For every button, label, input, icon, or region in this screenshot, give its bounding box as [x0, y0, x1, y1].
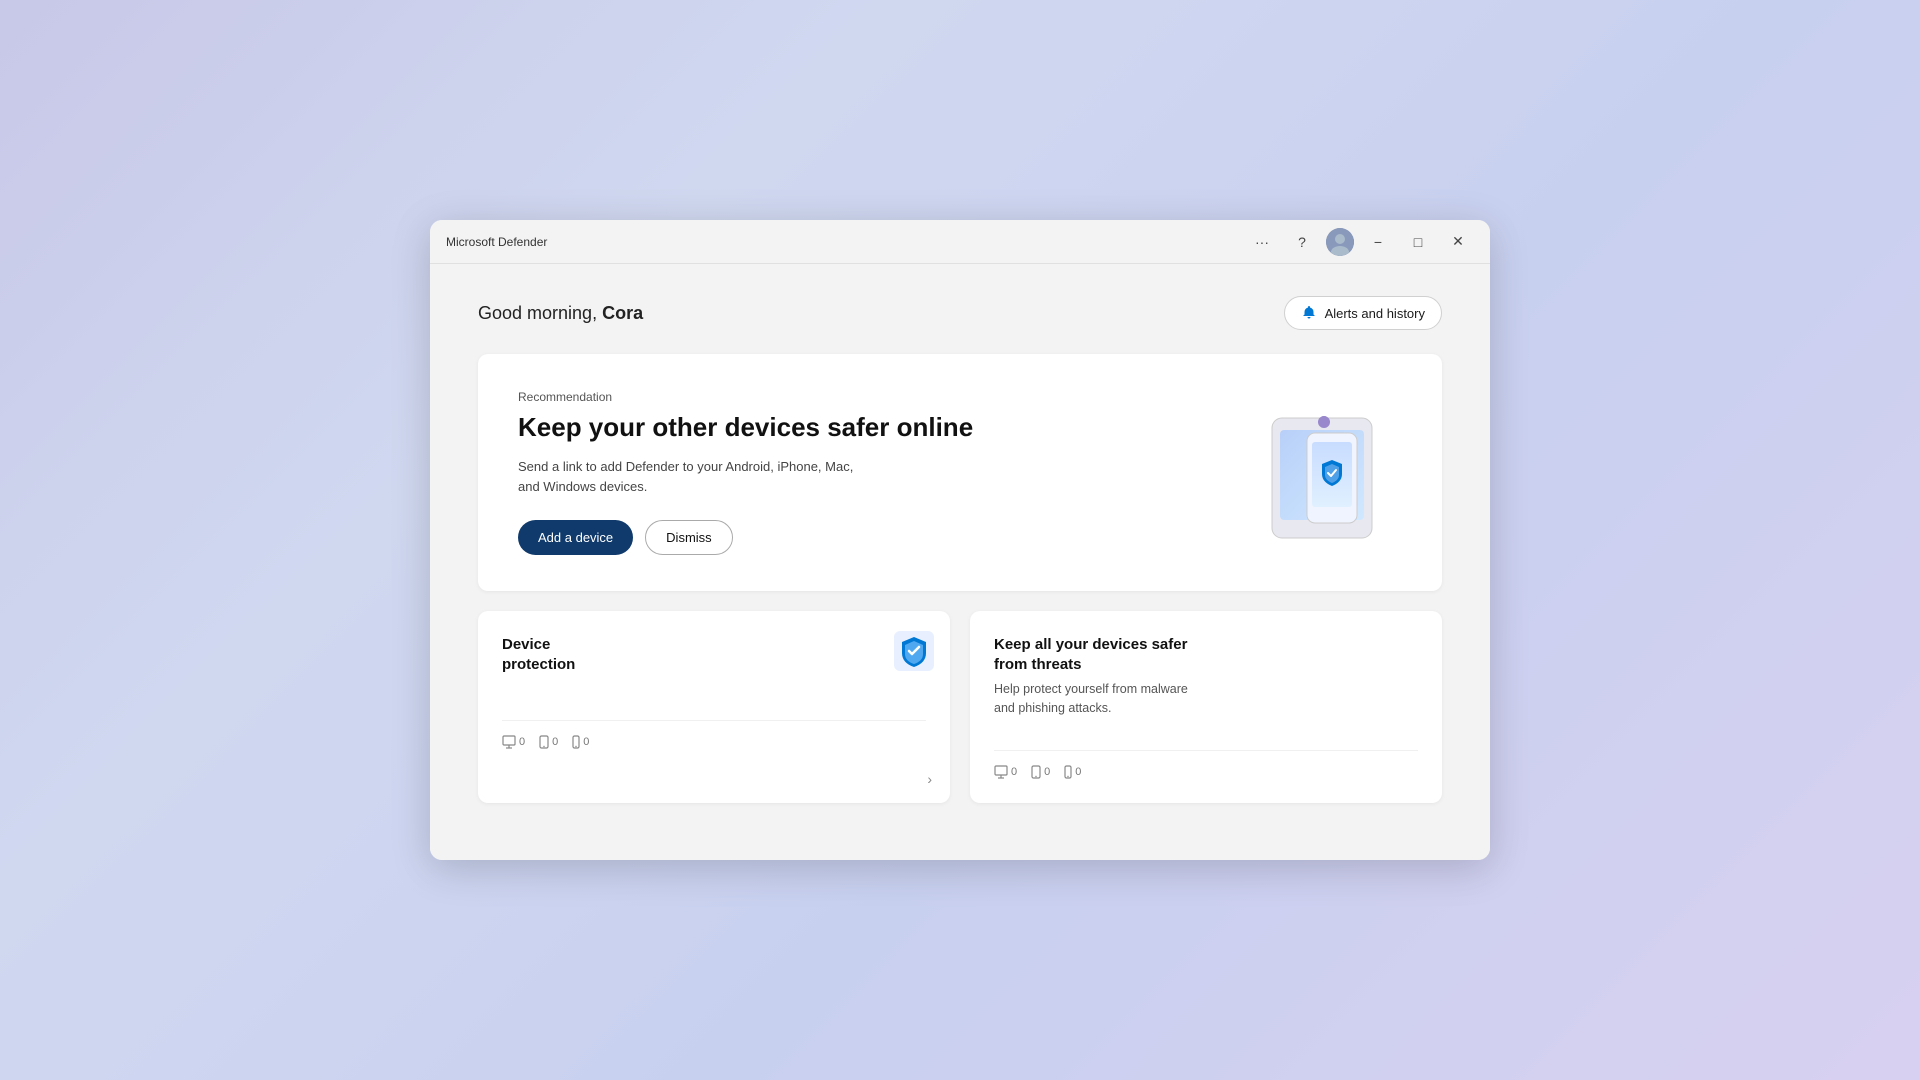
keep-devices-description: Help protect yourself from malwareand ph… — [994, 680, 1418, 718]
user-name: Cora — [602, 303, 643, 323]
help-icon: ? — [1298, 234, 1306, 250]
avatar-image — [1326, 228, 1354, 256]
chevron-right-icon[interactable]: › — [927, 771, 932, 787]
phone-count-value: 0 — [583, 736, 589, 748]
phone-count-2-value: 0 — [1075, 766, 1081, 778]
recommendation-text: Recommendation Keep your other devices s… — [518, 390, 1242, 555]
desktop-count: 0 — [502, 735, 525, 749]
recommendation-title: Keep your other devices safer online — [518, 412, 1242, 443]
minimize-button[interactable]: − — [1362, 226, 1394, 258]
bell-icon — [1301, 305, 1317, 321]
device-protection-title: Deviceprotection — [502, 635, 926, 674]
dismiss-button[interactable]: Dismiss — [645, 520, 733, 555]
more-icon: ··· — [1255, 234, 1269, 250]
greeting-prefix: Good morning, — [478, 303, 602, 323]
main-content: Good morning, Cora Alerts and history Re… — [430, 264, 1490, 860]
keep-devices-title: Keep all your devices saferfrom threats — [994, 635, 1418, 674]
recommendation-card: Recommendation Keep your other devices s… — [478, 354, 1442, 591]
phone-icon — [572, 735, 580, 749]
desktop-count-2-value: 0 — [1011, 766, 1017, 778]
protection-icon — [894, 631, 930, 667]
tablet-icon — [539, 735, 549, 749]
tablet-count: 0 — [539, 735, 558, 749]
alerts-button-label: Alerts and history — [1325, 306, 1425, 321]
desktop-icon-2 — [994, 765, 1008, 779]
keep-devices-safer-card: Keep all your devices saferfrom threats … — [970, 611, 1442, 803]
phone-count: 0 — [572, 735, 589, 749]
tablet-icon-2 — [1031, 765, 1041, 779]
close-icon: ✕ — [1452, 233, 1464, 250]
app-title: Microsoft Defender — [446, 235, 1246, 249]
recommendation-buttons: Add a device Dismiss — [518, 520, 1242, 555]
recommendation-description: Send a link to add Defender to your Andr… — [518, 457, 1242, 496]
device-protection-card: Deviceprotection — [478, 611, 950, 803]
more-options-button[interactable]: ··· — [1246, 226, 1278, 258]
tablet-count-2: 0 — [1031, 765, 1050, 779]
close-button[interactable]: ✕ — [1442, 226, 1474, 258]
tablet-count-value: 0 — [552, 736, 558, 748]
help-button[interactable]: ? — [1286, 226, 1318, 258]
tablet-count-2-value: 0 — [1044, 766, 1050, 778]
add-device-button[interactable]: Add a device — [518, 520, 633, 555]
bottom-cards: Deviceprotection — [478, 611, 1442, 803]
desktop-count-2: 0 — [994, 765, 1017, 779]
greeting-text: Good morning, Cora — [478, 303, 643, 324]
desktop-icon — [502, 735, 516, 749]
titlebar-controls: ··· ? − □ ✕ — [1246, 226, 1474, 258]
minimize-icon: − — [1374, 234, 1382, 250]
desktop-count-value: 0 — [519, 736, 525, 748]
alerts-history-button[interactable]: Alerts and history — [1284, 296, 1442, 330]
main-window: Microsoft Defender ··· ? − — [430, 220, 1490, 860]
titlebar: Microsoft Defender ··· ? − — [430, 220, 1490, 264]
devices-svg — [1242, 398, 1402, 548]
maximize-icon: □ — [1414, 234, 1422, 250]
phone-count-2: 0 — [1064, 765, 1081, 779]
user-avatar[interactable] — [1326, 228, 1354, 256]
phone-icon-2 — [1064, 765, 1072, 779]
keep-devices-footer: 0 0 0 — [994, 750, 1418, 779]
maximize-button[interactable]: □ — [1402, 226, 1434, 258]
device-illustration — [1242, 398, 1402, 548]
device-protection-footer: 0 0 0 — [502, 720, 926, 749]
recommendation-label: Recommendation — [518, 390, 1242, 404]
header-row: Good morning, Cora Alerts and history — [478, 296, 1442, 330]
